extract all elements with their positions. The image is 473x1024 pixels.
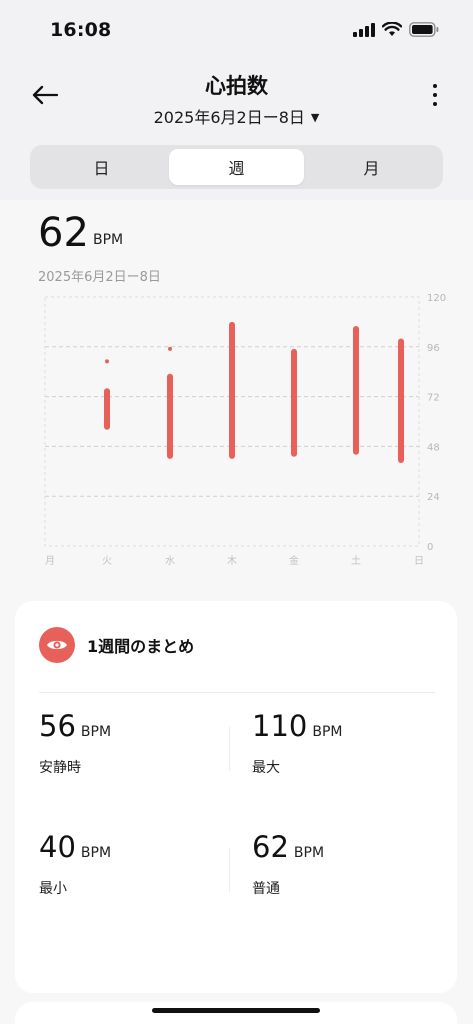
stat-value: 40 (39, 830, 76, 864)
period-segmented-control: 日 週 月 (30, 145, 443, 189)
chart-range-bar (104, 388, 110, 430)
chart-x-tick-label: 水 (165, 555, 175, 567)
chart-x-tick-label: 土 (351, 554, 361, 567)
status-icons (353, 22, 439, 37)
next-card (15, 1002, 457, 1024)
stat-unit: BPM (80, 845, 112, 861)
stat-divider (229, 727, 230, 771)
status-bar: 16:08 (0, 0, 473, 58)
date-range-label: 2025年6月2日ー8日 (153, 108, 305, 127)
stat-unit: BPM (293, 845, 325, 861)
wifi-icon (382, 22, 402, 36)
chart-y-tick-label: 0 (427, 542, 433, 553)
more-vertical-icon-dot (433, 93, 437, 97)
stat-resting: 56 BPM 安静時 (39, 709, 111, 777)
battery-icon (409, 22, 439, 37)
stat-average: 62 BPM 普通 (252, 830, 324, 898)
more-vertical-icon-dot (433, 102, 437, 106)
chart-range-bar (291, 348, 297, 457)
signal-icon (353, 22, 375, 37)
header: 心拍数 2025年6月2日ー8日 ▼ (0, 58, 473, 138)
average-bpm-unit: BPM (93, 232, 124, 248)
stat-max: 110 BPM 最大 (252, 709, 343, 777)
card-header: 1週間のまとめ (39, 627, 194, 663)
heart-rate-screen: 16:08 心拍数 2025年6月2日ー8日 ▼ 日 週 月 62 BPM 20… (0, 0, 473, 1024)
weekly-summary-card: 1週間のまとめ 56 BPM 安静時 110 BPM 最大 40 BPM 最小 62 B… (15, 601, 457, 993)
chart-range-bar (353, 326, 359, 455)
chart-date-label: 2025年6月2日ー8日 (38, 270, 161, 285)
chart-outlier-point (105, 359, 109, 364)
stat-value: 62 (252, 830, 289, 864)
stat-unit: BPM (312, 724, 343, 740)
chart-y-tick-label: 96 (427, 343, 440, 354)
tab-day[interactable]: 日 (34, 149, 169, 185)
page-title: 心拍数 (205, 74, 268, 98)
stat-value: 110 (252, 709, 308, 743)
card-divider (39, 692, 435, 693)
eye-badge (39, 627, 75, 663)
caret-down-icon: ▼ (310, 111, 320, 124)
chart-y-tick-label: 48 (427, 442, 440, 453)
chart-x-tick-label: 木 (227, 555, 237, 567)
stat-divider (229, 848, 230, 892)
chart-x-tick-label: 日 (414, 556, 424, 567)
stat-unit: BPM (80, 724, 112, 740)
chart-x-tick-label: 月 (45, 555, 55, 567)
chart-x-tick-label: 金 (289, 554, 299, 567)
chart-y-tick-label: 120 (427, 293, 446, 304)
chart-x-tick-label: 火 (102, 555, 112, 567)
chart-range-bar (167, 373, 173, 459)
heart-rate-chart[interactable]: 0 24 48 72 96 120 月 火 水 木 金 土 日 (0, 285, 473, 575)
chart-range-bar (398, 338, 404, 463)
stat-value: 56 (39, 709, 76, 743)
more-menu-button[interactable] (429, 84, 441, 106)
more-vertical-icon-dot (433, 84, 437, 88)
home-indicator[interactable] (152, 1008, 320, 1013)
card-title: 1週間のまとめ (87, 637, 195, 656)
stat-label: 最大 (252, 760, 280, 776)
chart-y-tick-label: 24 (427, 492, 440, 503)
stat-label: 安静時 (39, 760, 81, 776)
average-bpm-value: 62 (38, 210, 89, 256)
eye-icon (47, 640, 67, 650)
stat-label: 最小 (39, 881, 67, 897)
chart-range-bar (229, 321, 235, 459)
stat-label: 普通 (252, 881, 280, 897)
status-time: 16:08 (50, 19, 112, 41)
date-range-selector[interactable]: 2025年6月2日ー8日 ▼ (0, 104, 473, 128)
stat-min: 40 BPM 最小 (39, 830, 111, 898)
tab-month[interactable]: 月 (304, 149, 439, 185)
chart-y-tick-label: 72 (427, 393, 440, 404)
tab-week[interactable]: 週 (169, 149, 304, 185)
chart-outlier-point (168, 346, 172, 351)
